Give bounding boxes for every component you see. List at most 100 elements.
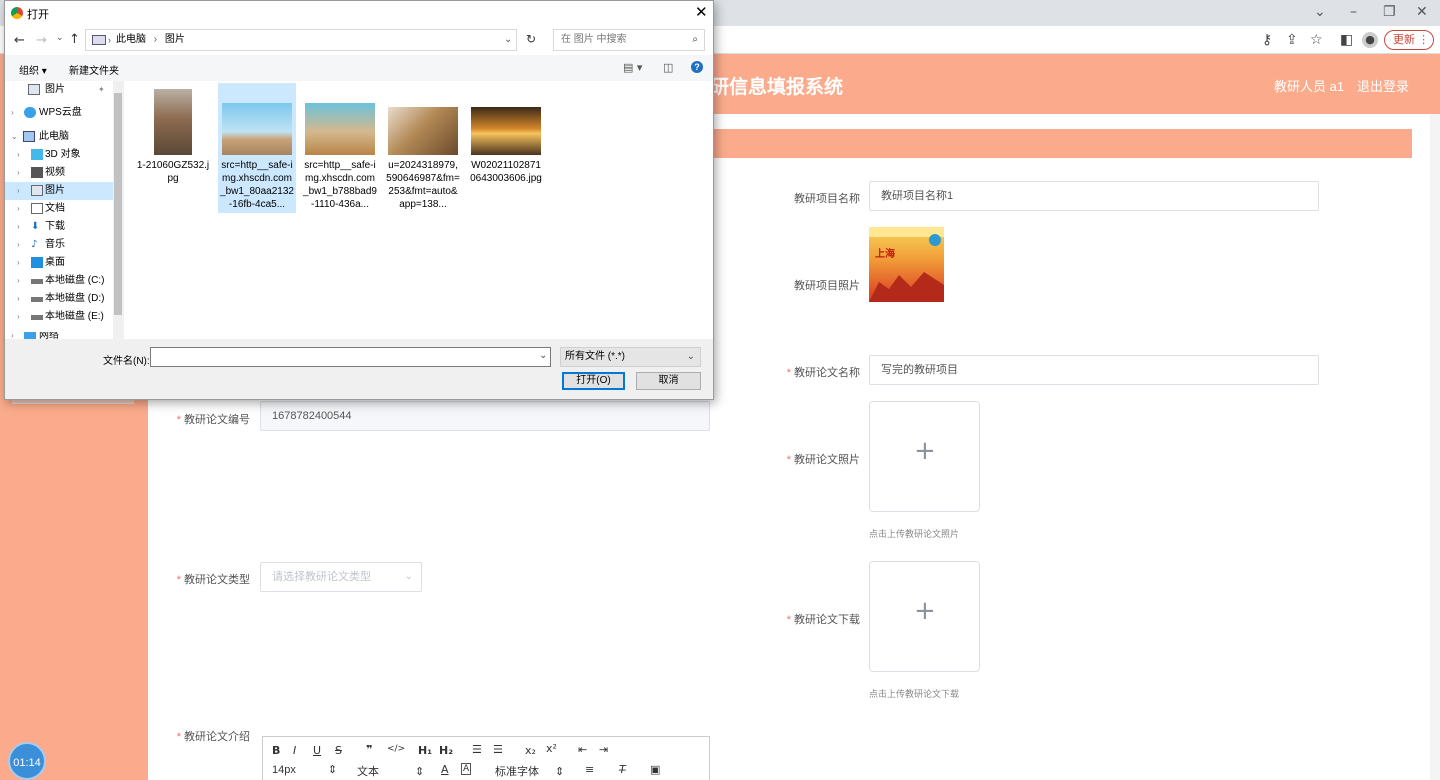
strike-icon[interactable]: S xyxy=(335,744,342,757)
font-size-select[interactable]: 14px ⇕ xyxy=(272,763,337,776)
filename-label: 文件名(N): xyxy=(103,356,150,367)
file-type-filter[interactable]: 所有文件 (*.*) ⌄ xyxy=(560,347,701,367)
file-item[interactable]: 1-21060GZ532.jpg xyxy=(134,83,212,213)
nav-item-videos[interactable]: › 视频 xyxy=(5,164,111,182)
underline-icon[interactable]: U xyxy=(313,744,321,757)
file-item[interactable]: u=2024318979,590646987&fm=253&fmt=auto&a… xyxy=(384,83,462,213)
page-scrollbar[interactable] xyxy=(1430,114,1440,780)
view-options-icon[interactable]: ▤ ▾ xyxy=(623,61,642,74)
chevron-down-icon[interactable]: ⌄ xyxy=(539,350,547,361)
key-icon[interactable]: ⚷ xyxy=(1262,32,1272,48)
dialog-nav-pane: 图片 ✦ › WPS云盘 ⌄ 此电脑 › 3D 对象 › 视频 › 图片 › 文档 › ⬇ 下载 … xyxy=(5,81,123,339)
plus-icon: + xyxy=(914,436,936,466)
recent-chevron-icon[interactable]: ⌄ xyxy=(56,33,64,43)
background-color-icon[interactable]: A xyxy=(461,763,472,775)
nav-item-pictures-pinned[interactable]: 图片 ✦ xyxy=(5,81,111,99)
help-icon[interactable]: ? xyxy=(691,61,703,73)
ordered-list-icon[interactable]: ☰ xyxy=(472,743,482,756)
blockquote-icon[interactable]: ❞ xyxy=(366,743,372,756)
forward-arrow-icon[interactable]: → xyxy=(36,33,47,48)
window-close-icon[interactable]: ✕ xyxy=(1416,4,1428,20)
filename-input[interactable]: ⌄ xyxy=(150,347,551,367)
file-item[interactable]: src=http__safe-img.xhscdn.com_bw1_80aa21… xyxy=(218,83,296,213)
file-name: u=2024318979,590646987&fm=253&fmt=auto&a… xyxy=(386,160,460,210)
italic-icon[interactable]: I xyxy=(293,744,296,757)
preview-pane-icon[interactable]: ◫ xyxy=(663,61,673,74)
bullet-list-icon[interactable]: ☰ xyxy=(493,743,503,756)
nav-item-disk-c[interactable]: › 本地磁盘 (C:) xyxy=(5,272,111,290)
bookmark-star-icon[interactable]: ☆ xyxy=(1310,32,1323,48)
up-arrow-icon[interactable]: ↑ xyxy=(69,32,80,47)
dialog-close-icon[interactable]: ✕ xyxy=(695,3,708,21)
breadcrumb-pc[interactable]: 此电脑 xyxy=(116,34,146,45)
back-arrow-icon[interactable]: ← xyxy=(14,33,25,48)
breadcrumb-pictures[interactable]: 图片 xyxy=(165,34,185,45)
refresh-icon[interactable]: ↻ xyxy=(526,32,536,46)
file-thumbnail xyxy=(305,103,375,155)
network-icon xyxy=(24,332,36,339)
nav-item-music[interactable]: › ♪ 音乐 xyxy=(5,236,111,254)
nav-item-wps-cloud[interactable]: › WPS云盘 xyxy=(5,104,111,122)
file-item[interactable]: W020211028710643003606.jpg xyxy=(467,83,545,213)
file-name: W020211028710643003606.jpg xyxy=(470,160,542,184)
font-family-select[interactable]: 标准字体 ⇕ xyxy=(495,763,564,779)
nav-item-documents[interactable]: › 文档 xyxy=(5,200,111,218)
tab-search-icon[interactable]: ⌄ xyxy=(1314,4,1326,20)
heading1-icon[interactable]: H₁ xyxy=(418,744,432,757)
open-button[interactable]: 打开(O) xyxy=(562,372,625,390)
cube-icon xyxy=(31,149,43,160)
superscript-icon[interactable]: x² xyxy=(546,742,557,755)
file-open-dialog: 打开 ✕ ← → ⌄ ↑ › 此电脑 › 图片 ⌄ ↻ 在 图片 中搜索 ⌕ 组织… xyxy=(4,0,714,400)
project-photo-image[interactable]: 上海 xyxy=(869,227,944,302)
font-color-icon[interactable]: A xyxy=(441,763,449,776)
current-user: 教研人员 a1 xyxy=(1274,79,1345,94)
file-item[interactable]: src=http__safe-img.xhscdn.com_bw1_b788ba… xyxy=(301,83,379,213)
paper-file-uploader[interactable]: + xyxy=(869,561,980,672)
subscript-icon[interactable]: x₂ xyxy=(525,744,536,757)
align-icon[interactable]: ≡ xyxy=(585,763,594,776)
update-button[interactable]: 更新 ⋮ xyxy=(1384,30,1434,50)
bold-icon[interactable]: B xyxy=(272,744,280,757)
nav-item-disk-d[interactable]: › 本地磁盘 (D:) xyxy=(5,290,111,308)
indent-icon[interactable]: ⇥ xyxy=(599,743,608,756)
paper-no-input[interactable]: 1678782400544 xyxy=(260,401,710,431)
nav-item-desktop[interactable]: › 桌面 xyxy=(5,254,111,272)
nav-item-downloads[interactable]: › ⬇ 下载 xyxy=(5,218,111,236)
side-panel-icon[interactable]: ◧ xyxy=(1340,32,1353,48)
paper-type-select[interactable]: 请选择教研论文类型 ⌄ xyxy=(260,562,422,592)
dialog-search-input[interactable]: 在 图片 中搜索 ⌕ xyxy=(553,29,705,51)
project-name-label: 教研项目名称 xyxy=(794,193,860,205)
file-name: src=http__safe-img.xhscdn.com_bw1_b788ba… xyxy=(303,160,377,210)
logout-link[interactable]: 退出登录 xyxy=(1357,76,1409,95)
heading2-icon[interactable]: H₂ xyxy=(439,744,453,757)
document-icon xyxy=(31,203,43,214)
nav-item-network[interactable]: › 网络 xyxy=(5,332,111,339)
paper-photo-uploader[interactable]: + xyxy=(869,401,980,512)
nav-item-disk-e[interactable]: › 本地磁盘 (E:) xyxy=(5,308,111,326)
page: ⌄ – ❐ ✕ ⚷ ⇪ ☆ ◧ ● 更新 ⋮ 研信息填报系统 教研人员 a1 退… xyxy=(0,0,1440,780)
restore-icon[interactable]: ❐ xyxy=(1383,4,1396,20)
image-icon[interactable]: ▣ xyxy=(650,763,660,776)
new-folder-button[interactable]: 新建文件夹 xyxy=(69,62,119,77)
outdent-icon[interactable]: ⇤ xyxy=(578,743,587,756)
path-chevron-icon[interactable]: ⌄ xyxy=(504,30,512,50)
share-icon[interactable]: ⇪ xyxy=(1286,32,1298,48)
nav-item-this-pc[interactable]: ⌄ 此电脑 xyxy=(5,128,111,146)
video-icon xyxy=(31,167,43,178)
project-name-input[interactable]: 教研项目名称1 xyxy=(869,181,1319,211)
code-icon[interactable]: </> xyxy=(387,744,405,754)
nav-item-pictures[interactable]: › 图片 xyxy=(5,182,113,200)
nav-scrollbar-thumb[interactable] xyxy=(114,93,122,315)
cancel-button[interactable]: 取消 xyxy=(636,372,701,390)
dialog-path-bar[interactable]: › 此电脑 › 图片 ⌄ xyxy=(85,29,517,51)
profile-avatar-icon[interactable]: ● xyxy=(1362,32,1378,48)
pictures-icon xyxy=(31,185,43,196)
nav-scrollbar[interactable] xyxy=(113,81,123,339)
organize-menu[interactable]: 组织 ▾ xyxy=(19,62,47,77)
nav-item-3d[interactable]: › 3D 对象 xyxy=(5,146,111,164)
minimize-icon[interactable]: – xyxy=(1350,4,1357,20)
clear-format-icon[interactable]: T̶ xyxy=(619,763,626,776)
paper-name-input[interactable]: 写完的教研项目 xyxy=(869,355,1319,385)
music-icon: ♪ xyxy=(31,239,38,250)
header-select[interactable]: 文本 ⇕ xyxy=(357,763,424,779)
